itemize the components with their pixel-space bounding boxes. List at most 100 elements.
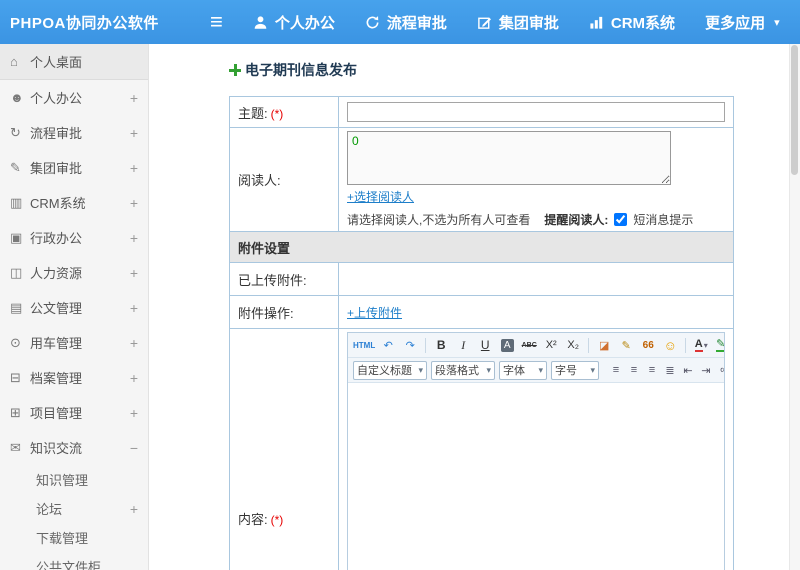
editor-button-redo[interactable]: ↷ bbox=[400, 335, 420, 355]
expand-toggle-icon[interactable]: + bbox=[130, 265, 138, 281]
sidebar-item-label: 人力资源 bbox=[30, 266, 83, 281]
page-scrollbar[interactable] bbox=[789, 44, 800, 570]
editor-button-highlight-color[interactable]: ✎ ▾ bbox=[713, 335, 724, 355]
editor-button-subscript[interactable]: X₂ bbox=[563, 335, 583, 355]
editor-button-font-color[interactable]: A ▾ bbox=[691, 335, 711, 355]
editor-button-outdent[interactable]: ⇤ bbox=[679, 360, 697, 380]
editor-button-bold[interactable]: B bbox=[431, 335, 451, 355]
expand-toggle-icon[interactable]: − bbox=[130, 440, 138, 456]
app-logo[interactable]: PHPOA协同办公软件 bbox=[0, 12, 160, 33]
sidebar-item-personal-desktop[interactable]: ⌂ 个人桌面 bbox=[0, 44, 148, 80]
nav-crm-system[interactable]: CRM系统 bbox=[589, 12, 675, 33]
content-label: 内容: bbox=[238, 511, 268, 527]
editor-button-emoticons[interactable]: ☺ bbox=[660, 335, 680, 355]
readers-hint-line: 请选择阅读人,不选为所有人可查看 提醒阅读人: 短消息提示 bbox=[347, 211, 725, 228]
editor-dropdown-font-size[interactable]: 字号 ▾ bbox=[551, 360, 599, 380]
editor-dropdown-font-family[interactable]: 字体 ▾ bbox=[499, 360, 547, 380]
editor-button-strikethrough[interactable]: ABC bbox=[519, 335, 539, 355]
expand-toggle-icon[interactable]: + bbox=[130, 195, 138, 211]
sidebar-item-crm-system[interactable]: ▥ CRM系统 + bbox=[0, 185, 148, 220]
editor-button-separator[interactable] bbox=[588, 337, 590, 353]
expand-toggle-icon[interactable]: + bbox=[130, 405, 138, 421]
select-readers-link[interactable]: +选择阅读人 bbox=[347, 188, 414, 205]
sidebar-item-forum[interactable]: 论坛 + bbox=[0, 494, 148, 523]
editor-content-area[interactable] bbox=[348, 383, 724, 570]
sidebar-item-vehicle-management[interactable]: ⊙ 用车管理 + bbox=[0, 325, 148, 360]
expand-toggle-icon[interactable]: + bbox=[130, 160, 138, 176]
sidebar-item-public-file-cabinet[interactable]: 公共文件柜 bbox=[0, 552, 148, 570]
sidebar-item-icon: ⊞ bbox=[10, 404, 21, 420]
expand-toggle-icon[interactable]: + bbox=[130, 335, 138, 351]
editor-button-italic[interactable]: I bbox=[453, 335, 473, 355]
expand-toggle-icon[interactable]: + bbox=[130, 300, 138, 316]
expand-toggle-icon[interactable]: + bbox=[130, 230, 138, 246]
top-header: PHPOA协同办公软件 ≡ 个人办公 流程审批 集团审批 CRM系统 更多应用 … bbox=[0, 0, 800, 44]
sidebar-item-personal-office[interactable]: ☻ 个人办公 + bbox=[0, 80, 148, 115]
editor-button-link[interactable]: ∞ bbox=[715, 360, 724, 380]
editor-button-format-painter[interactable]: ✎ bbox=[616, 335, 636, 355]
expand-toggle-icon[interactable]: + bbox=[130, 370, 138, 386]
editor-button-separator[interactable] bbox=[425, 337, 427, 353]
sidebar-item-group-approval[interactable]: ✎ 集团审批 + bbox=[0, 150, 148, 185]
process-loop-icon bbox=[365, 15, 380, 30]
sidebar-item-administrative-office[interactable]: ▣ 行政办公 + bbox=[0, 220, 148, 255]
attachment-section-header: 附件设置 bbox=[229, 231, 734, 263]
sidebar-item-workflow-approval[interactable]: ↻ 流程审批 + bbox=[0, 115, 148, 150]
editor-dropdown-custom-title[interactable]: 自定义标题 ▾ bbox=[353, 360, 427, 380]
editor-toolbar-row1: HTML ↶ ↷ B I U A ABC X² X₂ ◪ ✎ 66 ☺ A ▾ bbox=[348, 333, 724, 358]
expand-toggle-icon[interactable]: + bbox=[130, 90, 138, 106]
editor-button-separator[interactable] bbox=[685, 337, 687, 353]
chevron-down-icon: ▾ bbox=[774, 16, 780, 29]
sidebar-item-label: 档案管理 bbox=[30, 371, 83, 386]
sidebar-item-icon: ▣ bbox=[10, 229, 23, 245]
editor-button-align-justify[interactable]: ≣ bbox=[661, 360, 679, 380]
bar-chart-icon bbox=[589, 15, 604, 30]
sidebar-item-label: CRM系统 bbox=[30, 196, 86, 211]
editor-button-blockquote[interactable]: 66 bbox=[638, 335, 658, 355]
expand-toggle-icon[interactable]: + bbox=[130, 501, 138, 517]
sidebar-item-project-management[interactable]: ⊞ 项目管理 + bbox=[0, 395, 148, 430]
sidebar-item-human-resources[interactable]: ◫ 人力资源 + bbox=[0, 255, 148, 290]
editor-button-superscript[interactable]: X² bbox=[541, 335, 561, 355]
sidebar-item-archive-management[interactable]: ⊟ 档案管理 + bbox=[0, 360, 148, 395]
sidebar-item-icon: ▤ bbox=[10, 299, 23, 315]
sms-remind-checkbox[interactable] bbox=[614, 213, 628, 226]
subject-input[interactable] bbox=[347, 102, 725, 122]
editor-button-source-code[interactable]: HTML bbox=[352, 335, 376, 355]
sidebar-item-icon: ◫ bbox=[10, 264, 23, 280]
main-content: 电子期刊信息发布 主题: (*) 阅读人: 0 +选择阅读人 请选择阅读人,不选为… bbox=[149, 44, 790, 570]
editor-button-undo[interactable]: ↶ bbox=[378, 335, 398, 355]
nav-personal-office[interactable]: 个人办公 bbox=[253, 12, 335, 33]
sidebar-item-document-management[interactable]: ▤ 公文管理 + bbox=[0, 290, 148, 325]
edit-icon bbox=[477, 15, 492, 30]
hamburger-menu-icon[interactable]: ≡ bbox=[210, 11, 223, 33]
sidebar-item-knowledge-management[interactable]: 知识管理 bbox=[0, 465, 148, 494]
sidebar-item-label: 集团审批 bbox=[30, 161, 83, 176]
nav-more-apps[interactable]: 更多应用 ▾ bbox=[705, 12, 780, 33]
readers-textarea[interactable]: 0 bbox=[347, 131, 671, 185]
nav-group-approval[interactable]: 集团审批 bbox=[477, 12, 559, 33]
expand-toggle-icon[interactable]: + bbox=[130, 125, 138, 141]
editor-button-font-background[interactable]: A bbox=[497, 335, 517, 355]
sidebar-item-knowledge-exchange[interactable]: ✉ 知识交流 − bbox=[0, 430, 148, 465]
editor-button-align-left[interactable]: ≡ bbox=[607, 360, 625, 380]
nav-label: 流程审批 bbox=[386, 14, 447, 32]
editor-button-underline[interactable]: U bbox=[475, 335, 495, 355]
editor-button-align-right[interactable]: ≡ bbox=[643, 360, 661, 380]
sidebar-item-label: 下载管理 bbox=[36, 531, 89, 546]
sidebar-item-download-management[interactable]: 下载管理 bbox=[0, 523, 148, 552]
editor-dropdown-paragraph-format[interactable]: 段落格式 ▾ bbox=[431, 360, 495, 380]
editor-button-indent[interactable]: ⇥ bbox=[697, 360, 715, 380]
scrollbar-thumb[interactable] bbox=[791, 45, 798, 175]
sidebar-item-icon: ⊙ bbox=[10, 334, 21, 350]
editor-row2-buttons: ≡ ≡ ≡ ≣ ⇤ ⇥ bbox=[607, 360, 724, 380]
editor-button-remove-format[interactable]: ◪ bbox=[594, 335, 614, 355]
sidebar-item-icon: ✎ bbox=[10, 159, 21, 175]
sidebar-item-icon: ✉ bbox=[10, 439, 21, 455]
uploaded-attachments-label: 已上传附件: bbox=[229, 262, 339, 296]
upload-attachment-link[interactable]: +上传附件 bbox=[347, 304, 402, 321]
editor-button-align-center[interactable]: ≡ bbox=[625, 360, 643, 380]
nav-label: CRM系统 bbox=[610, 14, 676, 32]
uploaded-attachments-row: 已上传附件: bbox=[229, 262, 734, 296]
nav-workflow-approval[interactable]: 流程审批 bbox=[365, 12, 447, 33]
